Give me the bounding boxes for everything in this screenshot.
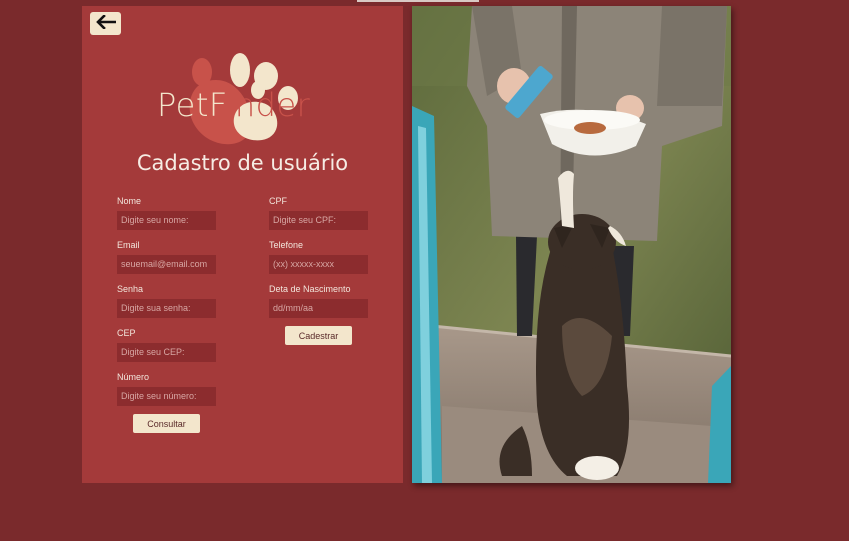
top-strip [357,0,479,2]
name-label: Nome [117,196,142,206]
name-field: Nome [117,196,217,230]
name-input[interactable] [117,210,216,230]
number-input[interactable] [117,386,216,406]
cpf-label: CPF [269,196,287,206]
consult-button[interactable]: Consultar [133,414,200,433]
cat-photo [412,6,731,483]
page-title: Cadastro de usuário [136,151,349,175]
phone-field: Telefone [269,240,369,274]
cpf-field: CPF [269,196,369,230]
cep-field: CEP [117,328,217,362]
logo-wordmark: PetFinder [157,86,311,124]
password-input[interactable] [117,298,216,318]
password-label: Senha [117,284,144,294]
email-label: Email [117,240,140,250]
signup-form-panel: PetFinder Cadastro de usuário Nome Email… [82,6,403,483]
birthdate-input[interactable] [269,298,368,318]
phone-input[interactable] [269,254,368,274]
email-field: Email [117,240,217,274]
number-field: Número [117,372,217,406]
phone-label: Telefone [269,240,304,250]
register-button[interactable]: Cadestrar [285,326,352,345]
password-field: Senha [117,284,217,318]
cpf-input[interactable] [269,210,368,230]
birthdate-label: Deta de Nascimento [269,284,351,294]
cep-label: CEP [117,328,136,338]
number-label: Número [117,372,150,382]
birthdate-field: Deta de Nascimento [269,284,369,318]
cep-input[interactable] [117,342,216,362]
arrow-left-icon [95,14,116,32]
back-button[interactable] [90,12,121,35]
email-input[interactable] [117,254,216,274]
